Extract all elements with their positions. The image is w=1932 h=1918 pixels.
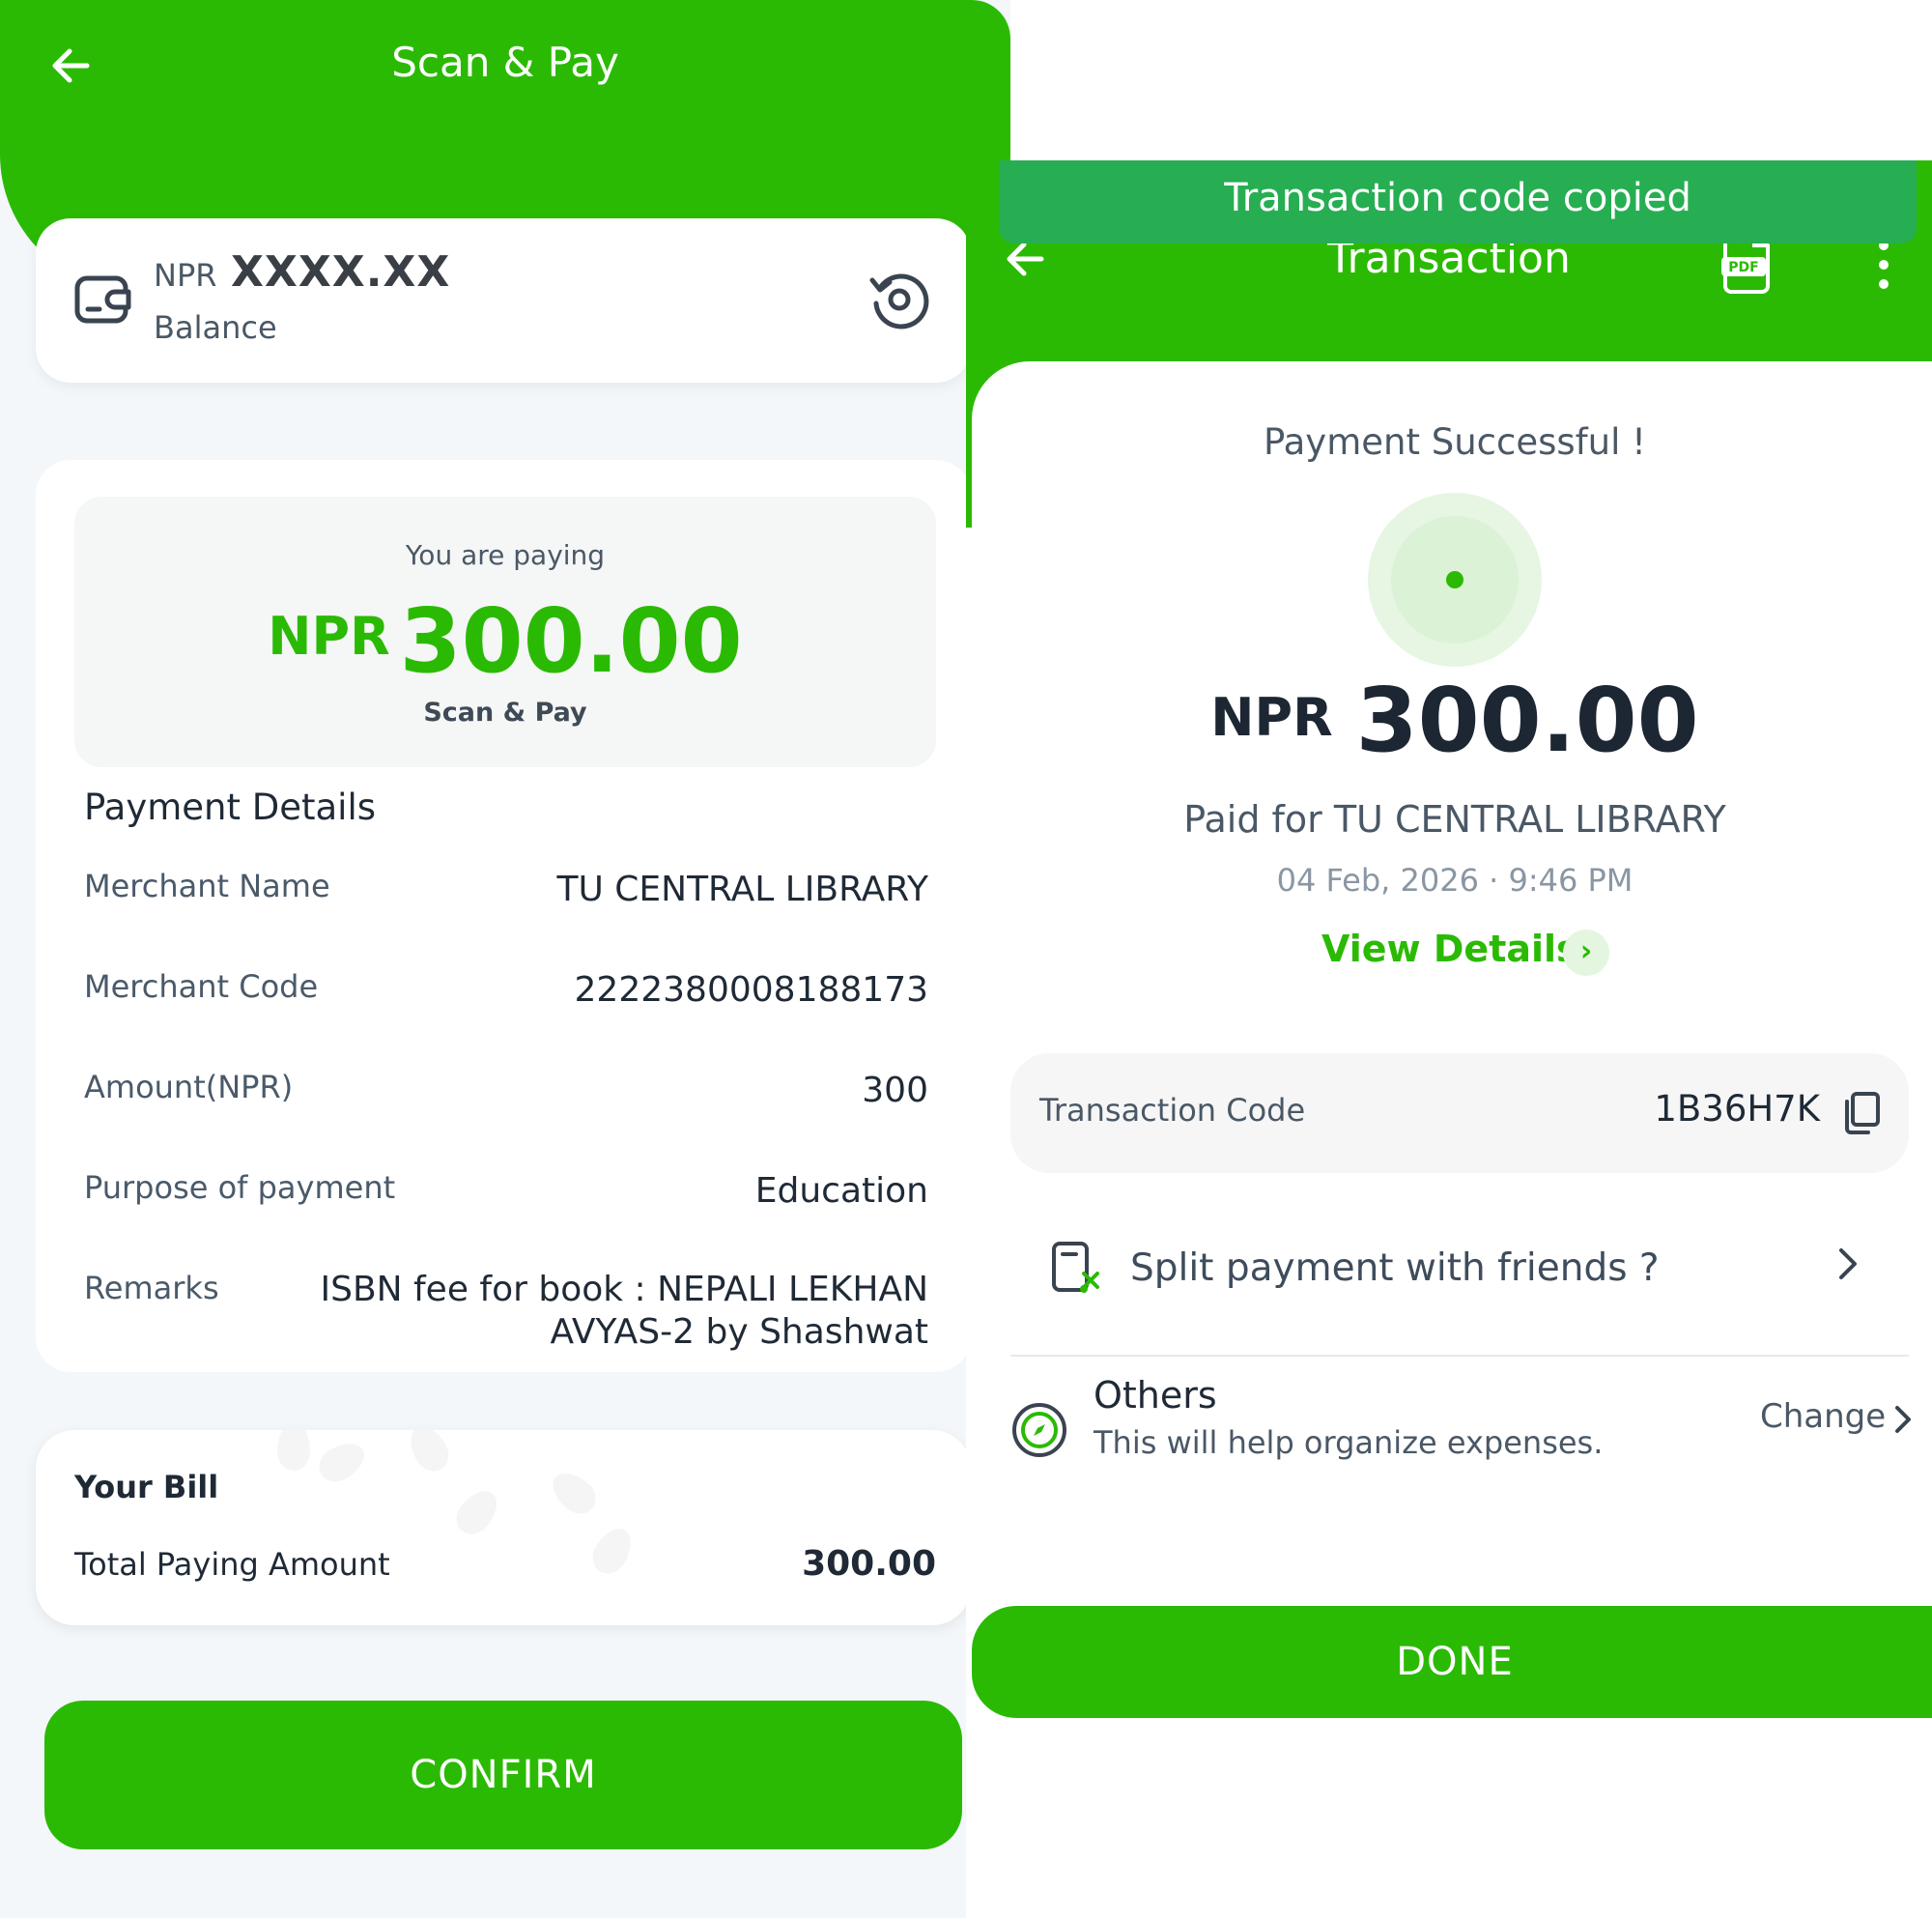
paying-label: You are paying — [405, 539, 606, 571]
more-vertical-icon[interactable] — [1874, 236, 1893, 294]
success-dot-icon — [1446, 571, 1463, 588]
paying-value: 300.00 — [399, 589, 743, 693]
paid-value: 300.00 — [1355, 669, 1699, 772]
decor-petal — [585, 1521, 639, 1581]
purpose-label: Purpose of payment — [84, 1169, 396, 1206]
split-payment-row[interactable]: Split payment with friends ? — [1010, 1212, 1909, 1357]
category-subtitle: This will help organize expenses. — [1094, 1424, 1604, 1461]
scan-pay-screen: Scan & Pay NPR XXXX.XX Balance You are p… — [0, 0, 1010, 1918]
category-title: Others — [1094, 1374, 1217, 1417]
balance-card: NPR XXXX.XX Balance — [36, 218, 971, 383]
decor-petal — [544, 1464, 604, 1522]
merchant-code-label: Merchant Code — [84, 968, 319, 1005]
balance-label: Balance — [154, 309, 277, 346]
decor-petal — [312, 1435, 372, 1489]
copy-icon[interactable] — [1841, 1092, 1880, 1134]
change-category-button[interactable]: Change — [1760, 1397, 1886, 1436]
amount-label: Amount(NPR) — [84, 1069, 294, 1105]
chevron-right-icon[interactable] — [1889, 1403, 1917, 1436]
paying-currency: NPR — [268, 606, 390, 667]
page-title: Scan & Pay — [391, 39, 619, 86]
paying-service: Scan & Pay — [423, 698, 587, 728]
pdf-label: PDF — [1728, 260, 1758, 275]
merchant-name-value: TU CENTRAL LIBRARY — [556, 870, 928, 909]
bill-card: Your Bill Total Paying Amount 300.00 — [36, 1430, 971, 1625]
arrow-left-icon[interactable] — [46, 41, 97, 91]
merchant-code-value: 2222380008188173 — [574, 970, 928, 1010]
bill-title: Your Bill — [74, 1469, 219, 1505]
done-button[interactable]: DONE — [972, 1606, 1932, 1718]
payment-card: You are paying NPR 300.00 Scan & Pay Paym… — [36, 460, 971, 1372]
payment-details-title: Payment Details — [84, 787, 377, 828]
remarks-value-line1: ISBN fee for book : NEPALI LEKHAN — [320, 1270, 928, 1309]
remarks-value-line2: AVYAS-2 by Shashwat — [550, 1312, 928, 1352]
chevron-right-icon[interactable]: › — [1563, 930, 1609, 976]
toast-message: Transaction code copied — [999, 160, 1917, 243]
transaction-code-box: Transaction Code 1B36H7K — [1010, 1053, 1909, 1173]
decor-petal — [277, 1430, 310, 1471]
decor-petal — [448, 1482, 506, 1542]
transaction-code-value: 1B36H7K — [1654, 1088, 1820, 1130]
amount-value: 300 — [862, 1071, 928, 1110]
transaction-card: Payment Successful ! NPR 300.00 Paid for … — [972, 361, 1932, 1575]
paying-summary: You are paying NPR 300.00 Scan & Pay — [74, 497, 936, 767]
compass-icon — [1010, 1401, 1068, 1459]
split-bill-icon — [1051, 1241, 1103, 1297]
paid-currency: NPR — [1210, 687, 1333, 748]
refresh-icon[interactable] — [867, 267, 932, 332]
chevron-right-icon — [1830, 1245, 1864, 1283]
total-paying-value: 300.00 — [802, 1544, 936, 1584]
wallet-icon — [74, 274, 132, 325]
view-details-link[interactable]: View Details — [1321, 928, 1578, 970]
paying-amount: NPR 300.00 — [74, 589, 936, 693]
balance-amount: XXXX.XX — [231, 247, 451, 297]
payment-status: Payment Successful ! — [1263, 421, 1647, 463]
confirm-button[interactable]: CONFIRM — [44, 1701, 962, 1849]
balance-currency: NPR — [154, 257, 217, 294]
paid-amount: NPR 300.00 — [972, 669, 1932, 772]
total-paying-label: Total Paying Amount — [74, 1546, 390, 1583]
merchant-name-label: Merchant Name — [84, 868, 330, 904]
split-payment-label: Split payment with friends ? — [1130, 1246, 1660, 1290]
bottom-area — [1005, 1753, 1932, 1918]
purpose-value: Education — [754, 1171, 928, 1211]
paid-for-text: Paid for TU CENTRAL LIBRARY — [1183, 798, 1726, 841]
transaction-datetime: 04 Feb, 2026 · 9:46 PM — [1276, 862, 1634, 899]
transaction-code-label: Transaction Code — [1039, 1092, 1306, 1129]
remarks-label: Remarks — [84, 1270, 219, 1306]
decor-petal — [402, 1430, 456, 1478]
transaction-screen: Transaction PDF Transaction code copied … — [966, 160, 1932, 1918]
